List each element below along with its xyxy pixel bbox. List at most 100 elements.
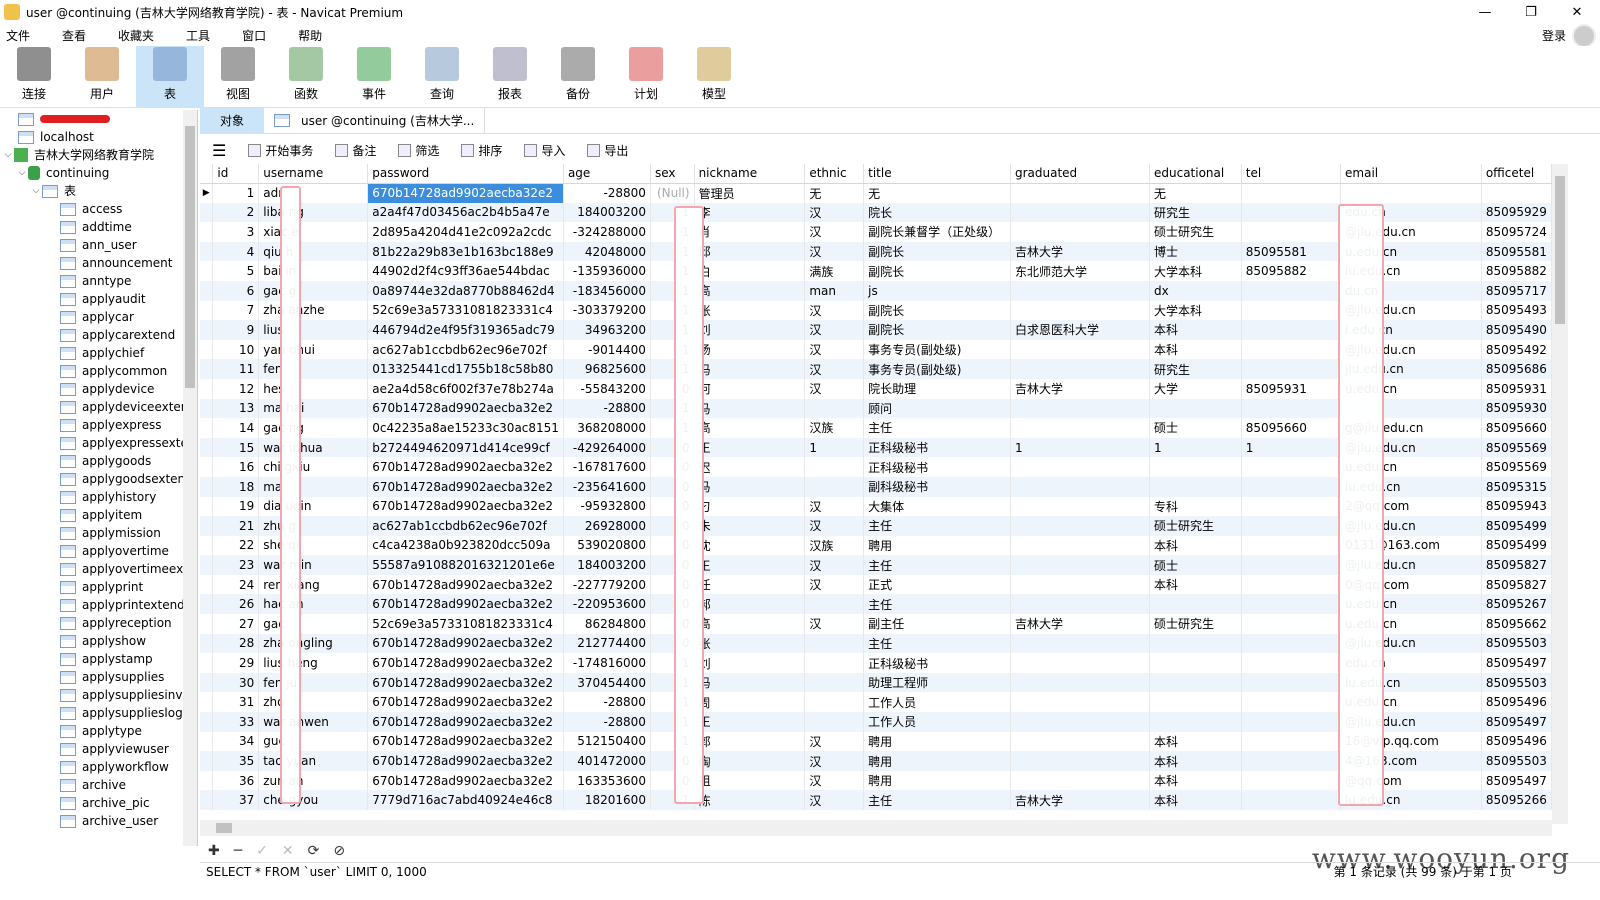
cell-age[interactable]: 42048000 bbox=[563, 241, 651, 262]
cell-educational[interactable]: 1 bbox=[1149, 437, 1242, 458]
cell-graduated[interactable] bbox=[1010, 653, 1150, 673]
cell-tel[interactable] bbox=[1241, 653, 1342, 673]
cell-graduated[interactable] bbox=[1010, 300, 1150, 321]
cell-password[interactable]: 670b14728ad9902aecba32e2 bbox=[367, 751, 564, 771]
cell-ethnic[interactable] bbox=[804, 672, 865, 693]
tree-item-table[interactable]: applysupplies bbox=[0, 668, 183, 686]
stop-icon[interactable]: ⊘ bbox=[333, 843, 345, 859]
cell-graduated[interactable] bbox=[1010, 731, 1150, 752]
cell-ethnic[interactable]: 汉 bbox=[804, 339, 865, 360]
cell-username[interactable]: zun an bbox=[258, 770, 369, 791]
cell-educational[interactable]: 本科 bbox=[1149, 320, 1242, 340]
tree-item-table[interactable]: applyexpress bbox=[0, 416, 183, 434]
refresh-icon[interactable]: ⟳ bbox=[308, 843, 320, 859]
cell-password[interactable]: 670b14728ad9902aecba32e2 bbox=[367, 692, 564, 713]
cell-educational[interactable]: 本科 bbox=[1149, 751, 1242, 771]
cell-educational[interactable]: dx bbox=[1149, 280, 1242, 301]
cell-id[interactable]: 5 bbox=[212, 261, 260, 281]
cell-graduated[interactable]: 白求恩医科大学 bbox=[1010, 320, 1150, 340]
cell-graduated[interactable]: 吉林大学 bbox=[1010, 241, 1150, 262]
cell-id[interactable]: 13 bbox=[212, 398, 260, 419]
cell-nickname[interactable]: 刘 bbox=[694, 320, 806, 340]
cell-educational[interactable]: 硕士 bbox=[1149, 418, 1242, 438]
cell-ethnic[interactable]: 汉 bbox=[804, 300, 865, 321]
cell-id[interactable]: 14 bbox=[212, 418, 260, 438]
cell-graduated[interactable] bbox=[1010, 692, 1150, 713]
cell-nickname[interactable]: 迟 bbox=[694, 457, 806, 477]
cell-title[interactable]: js bbox=[863, 280, 1011, 301]
cell-password[interactable]: ac627ab1ccbdb62ec96e702f bbox=[367, 339, 564, 360]
cell-tel[interactable] bbox=[1241, 496, 1342, 517]
tree-item-redacted-server[interactable] bbox=[0, 110, 183, 128]
cell-ethnic[interactable] bbox=[804, 653, 865, 673]
cell-ethnic[interactable]: 汉 bbox=[804, 202, 865, 223]
tree-item-table[interactable]: applyprint bbox=[0, 578, 183, 596]
column-header-officetel[interactable]: officetel bbox=[1481, 164, 1552, 184]
cell-id[interactable]: 19 bbox=[212, 496, 260, 517]
cell-educational[interactable]: 本科 bbox=[1149, 574, 1242, 595]
cell-username[interactable]: zha ongling bbox=[258, 633, 369, 654]
cell-educational[interactable]: 本科 bbox=[1149, 339, 1242, 360]
cell-nickname[interactable]: 任 bbox=[694, 574, 806, 595]
cell-username[interactable]: gac bbox=[258, 614, 369, 634]
cell-id[interactable]: 7 bbox=[212, 300, 260, 321]
cell-password[interactable]: 7779d716ac7abd40924e46c8 bbox=[367, 790, 564, 810]
cell-username[interactable]: qiu h bbox=[258, 241, 369, 262]
cell-username[interactable]: yan ohui bbox=[258, 339, 369, 360]
cell-sex[interactable]: (Null) bbox=[650, 183, 695, 203]
tree-item-table[interactable]: announcement bbox=[0, 254, 183, 272]
tree-item-table[interactable]: applysuppliesinven bbox=[0, 686, 183, 704]
cell-tel[interactable] bbox=[1241, 476, 1342, 497]
cell-educational[interactable] bbox=[1149, 653, 1242, 673]
cell-title[interactable]: 正科级秘书 bbox=[863, 437, 1011, 458]
menu-item-2[interactable]: 收藏夹 bbox=[112, 27, 166, 44]
cell-age[interactable]: 368208000 bbox=[563, 418, 651, 438]
cell-nickname[interactable]: 马 bbox=[694, 398, 806, 419]
column-header-sex[interactable]: sex bbox=[650, 164, 695, 184]
chevron-down-icon[interactable]: ⌵ bbox=[2, 146, 14, 164]
cell-id[interactable]: 36 bbox=[212, 770, 260, 791]
cell-username[interactable]: zho bbox=[258, 692, 369, 713]
cell-username[interactable]: xiac ei bbox=[258, 222, 369, 242]
cell-officetel[interactable]: 85095931 bbox=[1481, 378, 1552, 399]
cell-nickname[interactable]: 肖 bbox=[694, 222, 806, 242]
cell-title[interactable]: 正式 bbox=[863, 574, 1011, 595]
cell-officetel[interactable]: 85095496 bbox=[1481, 731, 1552, 752]
menu-item-3[interactable]: 工具 bbox=[180, 27, 222, 44]
cell-officetel[interactable]: 85095686 bbox=[1481, 359, 1552, 379]
tree-item-table[interactable]: addtime bbox=[0, 218, 183, 236]
cell-graduated[interactable] bbox=[1010, 535, 1150, 556]
cell-tel[interactable] bbox=[1241, 516, 1342, 536]
cell-id[interactable]: 10 bbox=[212, 339, 260, 360]
column-header-graduated[interactable]: graduated bbox=[1010, 164, 1150, 184]
tree-item-table[interactable]: applyhistory bbox=[0, 488, 183, 506]
cell-tel[interactable] bbox=[1241, 300, 1342, 321]
tree-item-table[interactable]: applyitem bbox=[0, 506, 183, 524]
cell-graduated[interactable] bbox=[1010, 183, 1150, 203]
cell-username[interactable]: war min bbox=[258, 555, 369, 575]
menu-item-1[interactable]: 查看 bbox=[56, 27, 98, 44]
cell-password[interactable]: 44902d2f4c93ff36ae544bdac bbox=[367, 261, 564, 281]
cell-password[interactable]: 670b14728ad9902aecba32e2 bbox=[367, 574, 564, 595]
cell-age[interactable]: -28800 bbox=[563, 398, 651, 419]
toolbar-button-model[interactable]: 模型 bbox=[680, 46, 748, 108]
cell-ethnic[interactable]: 汉 bbox=[804, 790, 865, 810]
cell-password[interactable]: 0c42235a8ae15233c30ac8151 bbox=[367, 418, 564, 438]
cell-tel[interactable] bbox=[1241, 320, 1342, 340]
cell-nickname[interactable]: 刘 bbox=[694, 653, 806, 673]
cell-ethnic[interactable]: 汉 bbox=[804, 516, 865, 536]
cell-nickname[interactable]: 高 bbox=[694, 418, 806, 438]
cell-username[interactable]: fen bbox=[258, 359, 369, 379]
cell-username[interactable]: fen ju bbox=[258, 672, 369, 693]
cell-ethnic[interactable]: 汉 bbox=[804, 359, 865, 379]
table-row[interactable]: ▶ 1 adr 670b14728ad9902aecba32e2 -28800 (Null… bbox=[200, 183, 1552, 203]
toolbar-button-table[interactable]: 表 bbox=[136, 46, 204, 108]
cell-educational[interactable]: 本科 bbox=[1149, 770, 1242, 791]
cell-nickname[interactable]: 杨 bbox=[694, 339, 806, 360]
cell-graduated[interactable]: 吉林大学 bbox=[1010, 614, 1150, 634]
cell-id[interactable]: 31 bbox=[212, 692, 260, 713]
cell-password[interactable]: 670b14728ad9902aecba32e2 bbox=[367, 457, 564, 477]
cell-ethnic[interactable] bbox=[804, 712, 865, 732]
cell-officetel[interactable]: 85095315 bbox=[1481, 476, 1552, 497]
cell-id[interactable]: 12 bbox=[212, 378, 260, 399]
